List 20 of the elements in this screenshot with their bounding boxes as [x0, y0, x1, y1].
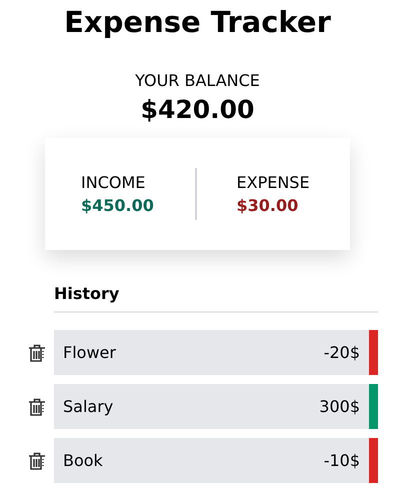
transaction-name: Salary — [63, 397, 114, 416]
app-title: Expense Tracker — [63, 4, 332, 41]
transaction-amount: 300$ — [319, 397, 360, 416]
delete-button[interactable] — [26, 396, 48, 418]
delete-button[interactable] — [26, 450, 48, 472]
transaction-name: Flower — [63, 343, 117, 362]
transaction-amount: -10$ — [324, 451, 360, 470]
trash-icon — [28, 342, 46, 362]
summary-label: INCOME — [81, 173, 146, 192]
trash-icon — [28, 396, 46, 416]
trash-icon — [28, 450, 46, 470]
summary-amount: $450.00 — [81, 196, 155, 215]
summary-amount: $30.00 — [236, 196, 300, 215]
transaction-amount: -20$ — [324, 343, 360, 362]
balance-label: YOUR BALANCE — [134, 71, 261, 90]
balance-amount: $420.00 — [140, 95, 256, 124]
history-heading: History — [54, 284, 378, 313]
transaction-name: Book — [63, 451, 104, 470]
delete-button[interactable] — [26, 342, 48, 364]
summary-label: EXPENSE — [236, 173, 311, 192]
